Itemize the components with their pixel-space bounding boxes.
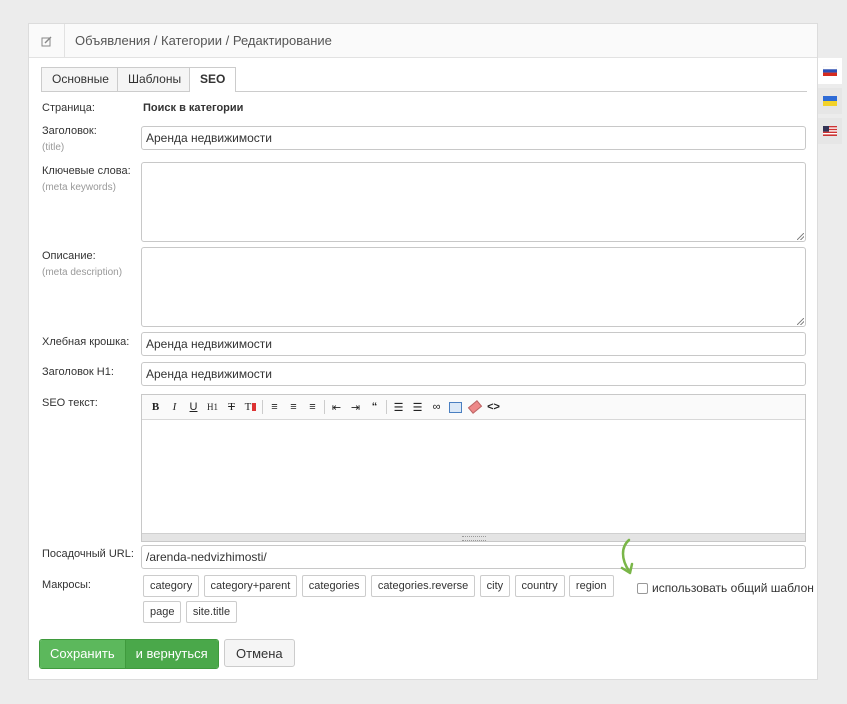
- url-label: Посадочный URL:: [42, 548, 134, 560]
- us-flag-icon: [823, 126, 837, 136]
- link-icon[interactable]: ∞: [427, 398, 446, 416]
- cancel-button[interactable]: Отмена: [224, 639, 295, 667]
- keywords-hint: (meta keywords): [42, 182, 116, 193]
- url-input[interactable]: [141, 545, 806, 569]
- italic-icon[interactable]: I: [165, 398, 184, 416]
- macro-site-title[interactable]: site.title: [185, 601, 238, 623]
- macro-categories-reverse[interactable]: categories.reverse: [370, 575, 476, 597]
- h1-label: Заголовок H1:: [42, 366, 114, 378]
- macro-page[interactable]: page: [143, 601, 182, 623]
- resize-handle[interactable]: [797, 233, 804, 240]
- title-label: Заголовок: (title): [42, 125, 97, 153]
- indent-icon[interactable]: ⇥: [346, 398, 365, 416]
- macros-list: category category+parent categories cate…: [143, 575, 643, 627]
- description-label-text: Описание:: [42, 250, 96, 262]
- macro-categories[interactable]: categories: [301, 575, 367, 597]
- underline-icon[interactable]: U: [184, 398, 203, 416]
- page-label: Страница:: [42, 102, 95, 114]
- macros-label: Макросы:: [42, 579, 91, 591]
- lang-en[interactable]: [818, 118, 842, 144]
- outdent-icon[interactable]: ⇤: [327, 398, 346, 416]
- page-value: Поиск в категории: [143, 102, 244, 114]
- align-left-icon[interactable]: ≡: [265, 398, 284, 416]
- toolbar-separator: [324, 400, 325, 414]
- macro-city[interactable]: city: [479, 575, 511, 597]
- h1-input[interactable]: [141, 362, 806, 386]
- title-label-text: Заголовок:: [42, 125, 97, 137]
- align-center-icon[interactable]: ≡: [284, 398, 303, 416]
- seo-text-label: SEO текст:: [42, 397, 98, 409]
- macro-region[interactable]: region: [568, 575, 614, 597]
- heading-icon[interactable]: H1: [203, 398, 222, 416]
- fullscreen-icon[interactable]: [446, 398, 465, 416]
- strikethrough-icon[interactable]: T: [222, 398, 241, 416]
- ua-flag-icon: [823, 96, 837, 106]
- lang-ua[interactable]: [818, 88, 842, 114]
- bold-icon[interactable]: B: [146, 398, 165, 416]
- tab-templates[interactable]: Шаблоны: [117, 67, 193, 91]
- keywords-label-text: Ключевые слова:: [42, 165, 131, 177]
- keywords-label: Ключевые слова: (meta keywords): [42, 165, 131, 193]
- breadcrumb-input[interactable]: [141, 332, 806, 356]
- description-label: Описание: (meta description): [42, 250, 122, 278]
- source-code-icon[interactable]: <>: [484, 398, 503, 416]
- save-button[interactable]: Сохранить: [40, 640, 125, 668]
- hint-arrow-icon: [620, 538, 634, 575]
- toolbar-separator: [386, 400, 387, 414]
- edit-icon: [29, 24, 65, 57]
- title-input[interactable]: [141, 126, 806, 150]
- common-template-label: использовать общий шаблон: [652, 581, 814, 595]
- common-template-option[interactable]: использовать общий шаблон: [637, 581, 814, 595]
- resize-handle[interactable]: [797, 318, 804, 325]
- macro-country[interactable]: country: [514, 575, 565, 597]
- save-and-return-button[interactable]: и вернуться: [124, 640, 218, 668]
- save-button-group: Сохранить и вернуться: [39, 639, 219, 669]
- toolbar-separator: [262, 400, 263, 414]
- seo-text-editor[interactable]: B I U H1 T T ≡ ≡ ≡ ⇤ ⇥ “ ☰ ☰ ∞ <>: [141, 394, 806, 542]
- ordered-list-icon[interactable]: ☰: [389, 398, 408, 416]
- editor-content-area[interactable]: [142, 420, 805, 530]
- macro-category[interactable]: category: [143, 575, 200, 597]
- ru-flag-icon: [823, 66, 837, 76]
- description-hint: (meta description): [42, 267, 123, 278]
- quote-icon[interactable]: “: [365, 398, 384, 416]
- macro-category-parent[interactable]: category+parent: [203, 575, 298, 597]
- eraser-icon[interactable]: [465, 398, 484, 416]
- editor-resize-grip[interactable]: [142, 533, 805, 541]
- panel-header: Объявления / Категории / Редактирование: [29, 24, 817, 58]
- lang-ru[interactable]: [818, 58, 842, 84]
- edit-panel: Объявления / Категории / Редактирование …: [28, 23, 818, 680]
- common-template-checkbox[interactable]: [637, 582, 648, 594]
- tab-bar: Основные Шаблоны SEO: [41, 67, 807, 92]
- breadcrumb: Объявления / Категории / Редактирование: [75, 33, 332, 48]
- description-textarea[interactable]: [141, 247, 806, 327]
- breadcrumb-label: Хлебная крошка:: [42, 336, 130, 348]
- editor-toolbar: B I U H1 T T ≡ ≡ ≡ ⇤ ⇥ “ ☰ ☰ ∞ <>: [142, 395, 805, 420]
- title-hint: (title): [42, 142, 65, 153]
- tab-seo[interactable]: SEO: [189, 67, 237, 92]
- keywords-textarea[interactable]: [141, 162, 806, 242]
- tab-main[interactable]: Основные: [41, 67, 120, 91]
- unordered-list-icon[interactable]: ☰: [408, 398, 427, 416]
- language-switcher: [818, 58, 842, 148]
- align-right-icon[interactable]: ≡: [303, 398, 322, 416]
- text-color-icon[interactable]: T: [241, 398, 260, 416]
